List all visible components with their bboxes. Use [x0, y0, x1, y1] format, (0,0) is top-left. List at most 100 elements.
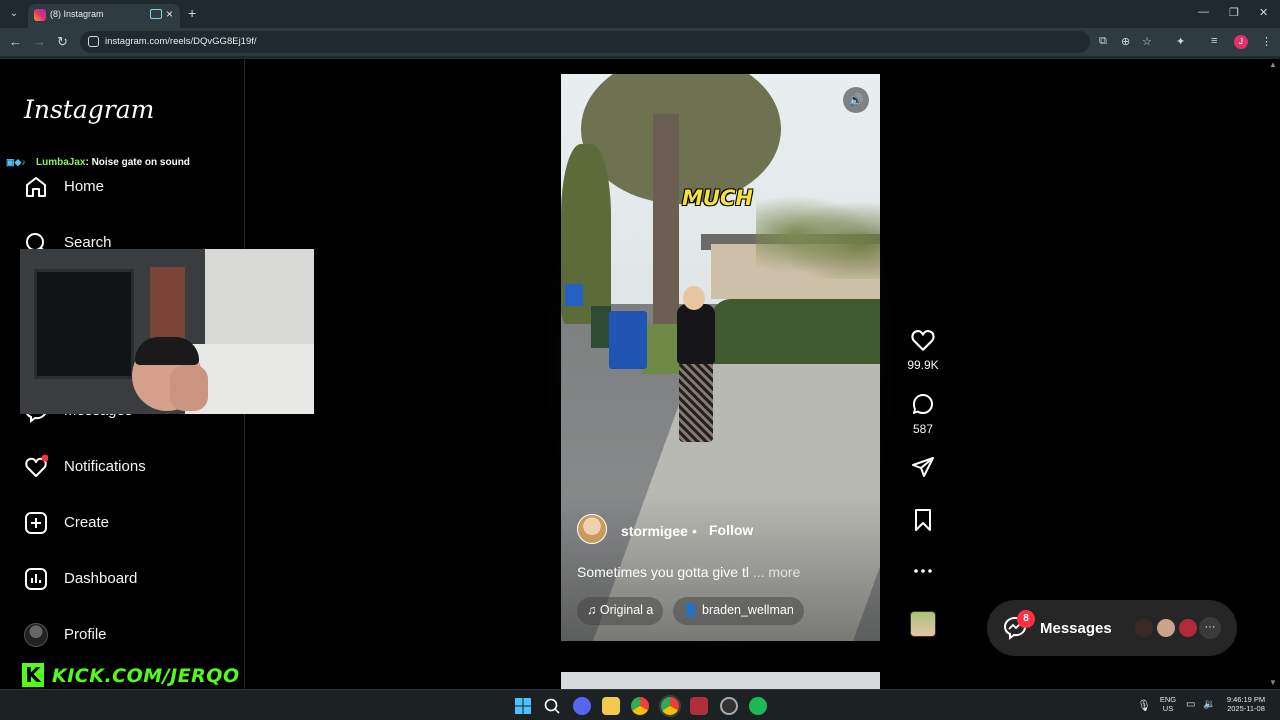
next-reel-preview[interactable]: [561, 672, 880, 689]
more-dots-icon[interactable]: [913, 561, 933, 581]
taskbar-search-icon[interactable]: [543, 697, 561, 715]
dashboard-icon: [25, 568, 47, 590]
scrollbar-down-arrow[interactable]: ▼: [1269, 678, 1277, 687]
reload-icon[interactable]: ↻: [57, 34, 68, 50]
chat-text: : Noise gate on sound: [85, 157, 190, 168]
browser-menu-icon[interactable]: ⋮: [1261, 35, 1272, 48]
reel-person-legs: [679, 362, 713, 442]
reel-trash-bin-far: [565, 284, 583, 306]
address-bar[interactable]: instagram.com/reels/DQvGG8Ej19f/: [80, 31, 1090, 53]
back-icon[interactable]: ←: [9, 34, 22, 49]
caption-more-link[interactable]: ... more: [753, 564, 800, 580]
author-username[interactable]: stormigee: [621, 523, 688, 539]
address-bar-url[interactable]: instagram.com/reels/DQvGG8Ej19f/: [105, 36, 257, 47]
language-indicator[interactable]: ENG US: [1158, 695, 1178, 713]
spotify-icon[interactable]: [749, 697, 767, 715]
scrollbar-up-arrow[interactable]: ▲: [1269, 60, 1277, 69]
nav-notifications[interactable]: Notifications: [24, 455, 224, 481]
chat-username: LumbaJax: [36, 157, 86, 168]
bookmark-icon[interactable]: [912, 508, 934, 532]
tagged-username: braden_wellman: [702, 603, 794, 617]
reel-caption[interactable]: Sometimes you gotta give tl ... more: [577, 564, 800, 580]
create-plus-icon: [25, 512, 47, 534]
caption-text: Sometimes you gotta give tl: [577, 564, 749, 580]
nav-dashboard[interactable]: Dashboard: [24, 567, 224, 593]
site-info-icon[interactable]: [88, 36, 99, 47]
install-app-icon[interactable]: ⧉: [1099, 35, 1107, 48]
save-action[interactable]: [906, 508, 940, 532]
audio-chip[interactable]: ♫ Original a: [577, 597, 664, 625]
instagram-favicon-icon: [34, 9, 46, 21]
clock-time: 9:46:19 PM: [1226, 695, 1266, 704]
media-controls-icon[interactable]: ≡: [1211, 35, 1217, 47]
follow-button[interactable]: Follow: [709, 522, 753, 538]
instagram-logo[interactable]: Instagram: [24, 95, 154, 124]
discord-icon[interactable]: [573, 697, 591, 715]
new-tab-icon[interactable]: +: [188, 5, 196, 21]
restore-icon[interactable]: ❐: [1229, 6, 1239, 19]
reel-hedge: [711, 299, 880, 369]
obs-app-icon[interactable]: [690, 697, 708, 715]
tab-close-icon[interactable]: ×: [166, 7, 173, 21]
comment-icon[interactable]: [910, 392, 936, 416]
system-clock[interactable]: 9:46:19 PM 2025-11-08: [1220, 695, 1272, 713]
browser-toolbar: ← → ↻ instagram.com/reels/DQvGG8Ej19f/ ⧉…: [0, 28, 1280, 56]
heart-icon: [25, 455, 48, 477]
reel-palm-trees: [756, 189, 880, 279]
chrome-profile-icon[interactable]: [659, 695, 681, 717]
nav-home[interactable]: Home: [24, 175, 224, 201]
reel-trash-bin-green: [591, 306, 611, 348]
kick-logo-icon: K: [22, 663, 44, 687]
share-send-icon[interactable]: [911, 456, 935, 478]
reel-trash-bin-blue: [609, 311, 647, 369]
kick-url-text: KICK.COM/JERQO: [52, 665, 240, 687]
windows-start-icon[interactable]: [514, 697, 532, 715]
reel-video[interactable]: MUCH 🔊 stormigee • Follow Sometimes you …: [561, 74, 880, 641]
like-heart-icon[interactable]: [910, 328, 936, 352]
network-icon[interactable]: ▭: [1186, 699, 1195, 710]
messages-more-icon[interactable]: ···: [1199, 617, 1221, 639]
message-avatar-2[interactable]: [1155, 617, 1177, 639]
browser-profile-avatar[interactable]: J: [1234, 35, 1248, 49]
nav-create-label: Create: [64, 514, 110, 531]
streamer-webcam: [20, 249, 314, 414]
zoom-icon[interactable]: ⊕: [1121, 35, 1130, 48]
window-close-icon[interactable]: ✕: [1259, 6, 1268, 19]
more-options-action[interactable]: [906, 561, 940, 581]
microphone-icon[interactable]: 🎙: [1137, 699, 1151, 712]
extensions-icon[interactable]: ✦: [1176, 35, 1185, 48]
minimize-icon[interactable]: —: [1198, 6, 1209, 18]
browser-tab-instagram[interactable]: (8) Instagram ×: [28, 4, 180, 28]
chrome-icon[interactable]: [631, 697, 649, 715]
share-action[interactable]: [906, 456, 940, 478]
reel-person-body: [677, 304, 715, 364]
stream-chat-message: ▣◆♪ LumbaJax: Noise gate on sound: [6, 157, 190, 168]
message-avatar-1[interactable]: [1133, 617, 1155, 639]
audio-thumbnail[interactable]: [910, 611, 936, 637]
sound-toggle-icon[interactable]: 🔊: [843, 87, 869, 113]
author-separator: •: [692, 523, 697, 539]
nav-profile[interactable]: Profile: [24, 623, 224, 649]
tab-search-menu-icon[interactable]: ⌄: [6, 6, 22, 22]
music-note-icon: ♫: [587, 603, 600, 617]
bookmark-star-icon[interactable]: ☆: [1142, 35, 1152, 48]
nav-home-label: Home: [64, 178, 105, 195]
nav-create[interactable]: Create: [24, 511, 224, 537]
tab-casting-icon[interactable]: [150, 9, 162, 19]
forward-icon[interactable]: →: [33, 34, 46, 49]
message-avatar-3[interactable]: [1177, 617, 1199, 639]
home-icon: [26, 177, 46, 197]
tagged-user-chip[interactable]: 👤 braden_wellman: [673, 597, 804, 625]
comment-action[interactable]: 587: [906, 392, 940, 436]
webcam-streamer-hair: [135, 337, 199, 365]
nav-notifications-label: Notifications: [64, 458, 146, 475]
volume-icon[interactable]: 🔉: [1203, 699, 1215, 710]
messages-widget[interactable]: 8 Messages ···: [987, 600, 1237, 656]
author-avatar[interactable]: [577, 514, 607, 544]
kick-stream-banner: K KICK.COM/JERQO: [22, 663, 242, 689]
clock-date: 2025-11-08: [1227, 704, 1265, 713]
like-action[interactable]: 99.9K: [906, 328, 940, 372]
file-explorer-icon[interactable]: [602, 697, 620, 715]
tab-title: (8) Instagram: [50, 9, 104, 19]
streaming-app-icon[interactable]: [720, 697, 738, 715]
